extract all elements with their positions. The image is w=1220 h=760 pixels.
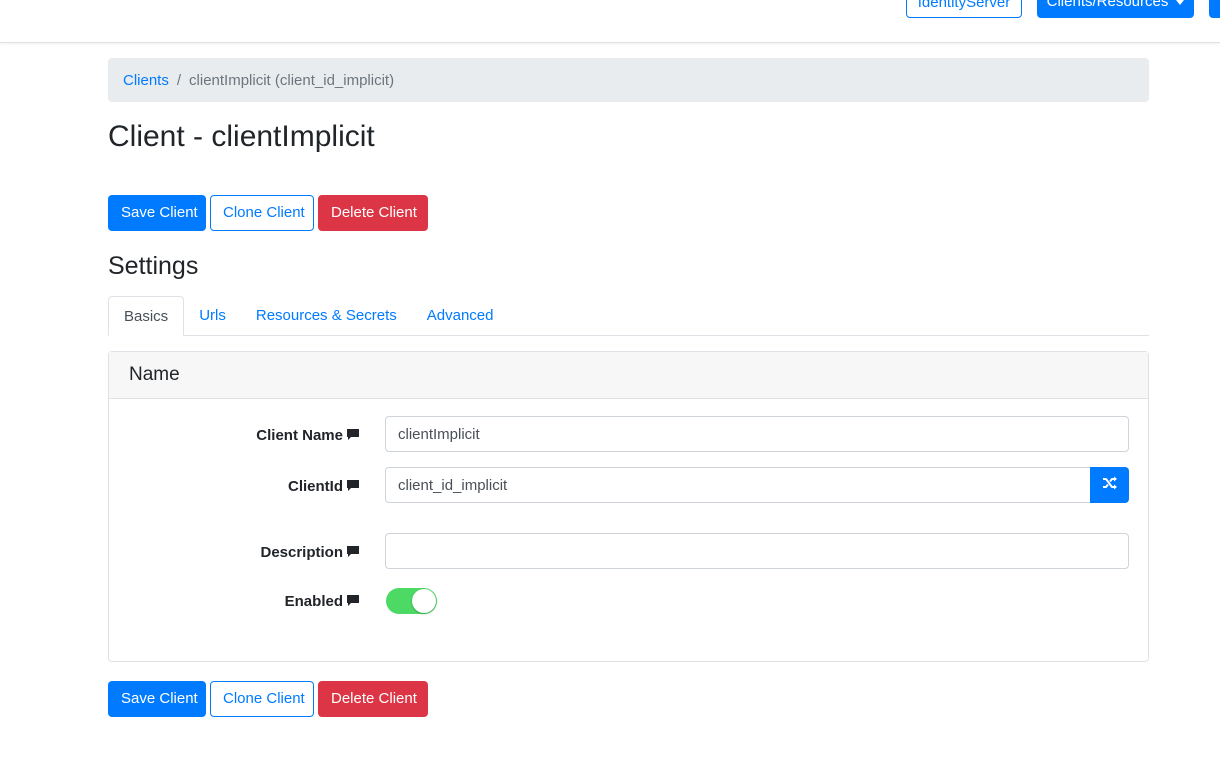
top-navbar: IdentityServer Clients/Resources xyxy=(0,0,1220,43)
comment-icon[interactable] xyxy=(347,595,359,607)
description-label-row: Description xyxy=(109,534,359,570)
enabled-toggle[interactable] xyxy=(386,588,437,614)
name-card: Name Client Name ClientId Description xyxy=(108,351,1149,662)
settings-heading: Settings xyxy=(108,252,199,280)
save-client-button[interactable]: Save Client xyxy=(108,195,206,231)
clone-client-button[interactable]: Clone Client xyxy=(210,195,314,231)
generate-client-id-button[interactable] xyxy=(1090,467,1129,503)
clone-client-button[interactable]: Clone Client xyxy=(210,681,314,717)
comment-icon[interactable] xyxy=(347,429,359,441)
save-client-button[interactable]: Save Client xyxy=(108,681,206,717)
toggle-knob xyxy=(412,589,436,613)
client-id-input[interactable] xyxy=(385,467,1091,503)
breadcrumb-separator: / xyxy=(176,71,182,89)
clients-resources-dropdown[interactable]: Clients/Resources xyxy=(1037,0,1194,18)
identityserver-nav-button[interactable]: IdentityServer xyxy=(906,0,1022,18)
client-name-label-row: Client Name xyxy=(109,417,359,453)
client-id-label-row: ClientId xyxy=(109,468,359,504)
description-label: Description xyxy=(260,543,343,561)
tab-advanced[interactable]: Advanced xyxy=(412,296,509,336)
comment-icon[interactable] xyxy=(347,480,359,492)
delete-client-button[interactable]: Delete Client xyxy=(318,195,428,231)
comment-icon[interactable] xyxy=(347,546,359,558)
breadcrumb-current: clientImplicit (client_id_implicit) xyxy=(189,71,395,89)
tab-urls[interactable]: Urls xyxy=(184,296,241,336)
breadcrumb: Clients / clientImplicit (client_id_impl… xyxy=(108,58,1149,102)
page-title: Client - clientImplicit xyxy=(108,120,375,153)
card-header-title: Name xyxy=(109,352,1148,399)
settings-tabs: Basics Urls Resources & Secrets Advanced xyxy=(108,296,1149,336)
tab-resources-secrets[interactable]: Resources & Secrets xyxy=(241,296,412,336)
clients-resources-label: Clients/Resources xyxy=(1046,0,1169,10)
tab-basics[interactable]: Basics xyxy=(108,296,185,336)
top-action-buttons: Save Client Clone Client Delete Client xyxy=(108,195,428,231)
client-name-label: Client Name xyxy=(256,426,343,444)
delete-client-button[interactable]: Delete Client xyxy=(318,681,428,717)
breadcrumb-clients-link[interactable]: Clients xyxy=(123,72,169,89)
caret-down-icon xyxy=(1176,0,1185,5)
client-id-label: ClientId xyxy=(288,477,343,495)
random-shuffle-icon xyxy=(1102,476,1118,494)
enabled-label-row: Enabled xyxy=(109,585,359,617)
enabled-label: Enabled xyxy=(284,592,343,610)
description-input[interactable] xyxy=(385,533,1129,569)
nav-edge-button[interactable] xyxy=(1209,0,1220,18)
bottom-action-buttons: Save Client Clone Client Delete Client xyxy=(108,681,428,717)
client-name-input[interactable] xyxy=(385,416,1129,452)
